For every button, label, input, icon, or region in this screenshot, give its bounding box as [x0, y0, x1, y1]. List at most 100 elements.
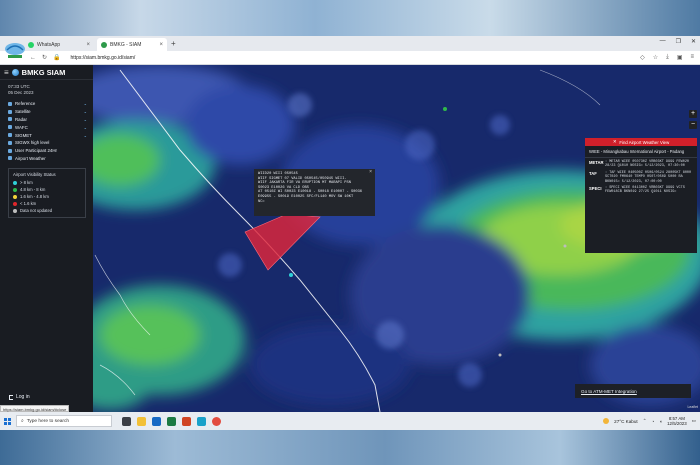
- network-icon[interactable]: ◔: [652, 419, 655, 424]
- airport-marker[interactable]: [563, 244, 567, 248]
- sidebar-item-sigwx[interactable]: SIGWX high level: [0, 139, 93, 147]
- close-icon[interactable]: ×: [159, 42, 163, 48]
- legend-dot: [13, 208, 17, 213]
- tab-bmkg-siam[interactable]: BMKG - SIAM ×: [97, 38, 167, 51]
- sigmet-line: NC=: [258, 199, 265, 204]
- speci-row: SPECI : SPECI WIEE 041300Z VRB03KT 9999 …: [585, 184, 697, 195]
- close-icon[interactable]: ×: [86, 42, 90, 48]
- notification-icon[interactable]: ▭: [692, 418, 696, 424]
- legend-dot: [13, 187, 17, 192]
- star-icon[interactable]: ☆: [653, 54, 658, 61]
- tab-label: BMKG - SIAM: [110, 41, 142, 48]
- close-icon[interactable]: ✕: [613, 139, 617, 145]
- legend-label: > 8 km: [20, 180, 33, 186]
- sidebar-item-label: Airport Weather: [15, 155, 46, 161]
- zoom-in-button[interactable]: +: [689, 110, 697, 118]
- login-icon: [9, 394, 13, 400]
- sidebar-item-radar[interactable]: Radar ⌄: [0, 116, 93, 124]
- menu-icon[interactable]: ≡: [690, 54, 694, 61]
- legend-item: < 1.6 km: [13, 200, 81, 207]
- login-label: Log in: [16, 394, 30, 400]
- monitor-bezel-bottom: [0, 430, 700, 465]
- report-text: : TAF WIEE 040500Z 0506/0524 28005KT 800…: [605, 170, 692, 184]
- maximize-icon[interactable]: ❐: [676, 38, 681, 45]
- taskbar-apps: [122, 416, 221, 426]
- task-view-icon[interactable]: [122, 416, 131, 426]
- lock-icon: 🔒: [53, 55, 61, 61]
- find-airport-button[interactable]: ✕ Find Airport Weather View: [585, 138, 697, 146]
- window-close-icon[interactable]: ✕: [691, 38, 696, 45]
- tab-whatsapp[interactable]: WhatsApp ×: [24, 38, 94, 51]
- chevron-down-icon: ⌄: [83, 124, 87, 130]
- zoom-controls: + −: [689, 110, 697, 129]
- map-attribution: Leaflet: [687, 405, 698, 409]
- sidebar-item-sigmet[interactable]: SIGMET ⌄: [0, 131, 93, 139]
- find-airport-label: Find Airport Weather View: [619, 139, 670, 145]
- zoom-out-button[interactable]: −: [689, 121, 697, 129]
- legend-item: 4.8 km - 8 km: [13, 186, 81, 193]
- airport-marker[interactable]: [289, 273, 293, 277]
- whatsapp-icon: [28, 41, 34, 48]
- tray-clock[interactable]: 8:57 AM 12/5/2023: [667, 416, 687, 427]
- taskbar-search[interactable]: ⌕ Type here to search: [16, 415, 112, 427]
- legend-title: Airport Visibility Status: [13, 172, 56, 178]
- chevron-down-icon: ⌄: [83, 116, 87, 122]
- browser-tab-bar: WhatsApp × BMKG - SIAM × + — ❐ ✕: [0, 36, 700, 51]
- excel-icon[interactable]: [167, 416, 176, 426]
- extensions-icon[interactable]: ▣: [677, 54, 683, 61]
- hamburger-menu-icon[interactable]: ≡: [4, 68, 9, 77]
- download-icon[interactable]: ⤓: [666, 54, 669, 61]
- powerpoint-icon[interactable]: [182, 416, 191, 426]
- chevron-down-icon: ⌄: [83, 109, 87, 115]
- weather-icon: [603, 418, 610, 424]
- url-field[interactable]: https://siam.bmkg.go.id/siam/: [71, 55, 136, 61]
- legend-item: > 8 km: [13, 179, 81, 186]
- sidebar-item-satellite[interactable]: Satellite ⌄: [0, 108, 93, 116]
- airport-weather-panel: ✕ Find Airport Weather View WIEE - Minan…: [585, 138, 697, 253]
- report-type: TAF: [589, 170, 597, 176]
- atm-met-integration-link[interactable]: Go to ATM-MET Integration: [575, 384, 691, 398]
- search-icon: ⌕: [21, 419, 24, 424]
- file-explorer-icon[interactable]: [137, 416, 146, 426]
- legend-label: Data not updated: [20, 208, 53, 214]
- bmkg-brand-icon: [11, 68, 19, 76]
- browser-toolbar: ◇ ☆ ⤓ ▣ ≡: [640, 54, 694, 61]
- report-type: SPECI: [589, 186, 602, 192]
- volume-icon[interactable]: ◖: [659, 419, 662, 424]
- report-text: : METAR WIEE 050730Z VRB03KT 9999 FEW020…: [605, 160, 690, 169]
- minimize-icon[interactable]: —: [660, 38, 666, 45]
- sidebar-item-airport-weather[interactable]: Airport Weather: [0, 155, 93, 163]
- legend-label: 4.8 km - 8 km: [20, 187, 46, 193]
- login-button[interactable]: Log in: [9, 394, 30, 400]
- windows-start-icon[interactable]: [0, 412, 14, 430]
- bmkg-icon: [101, 41, 107, 48]
- sidebar-item-user-participant[interactable]: User Participant 24Hr: [0, 147, 93, 155]
- edge-icon[interactable]: [197, 416, 206, 426]
- airport-marker[interactable]: [498, 353, 502, 357]
- outlook-icon[interactable]: [152, 416, 161, 426]
- legend-item: 1.6 km - 4.8 km: [13, 193, 81, 200]
- sigmet-icon: [8, 133, 12, 138]
- taskbar: ⌕ Type here to search 27°C Kabut ⌃ ◔ ◖ 8…: [0, 412, 700, 430]
- status-bar-link: https://siam.bmkg.go.id/siam/#close: [0, 405, 70, 412]
- sidebar-menu: Reference ⌄ Satellite ⌄ Radar ⌄ WAFC ⌄ SIGME…: [0, 100, 93, 162]
- shield-icon[interactable]: ◇: [640, 54, 645, 61]
- chevron-up-icon[interactable]: ⌃: [643, 418, 647, 424]
- sidebar-item-wafc[interactable]: WAFC ⌄: [0, 123, 93, 131]
- sidebar-item-reference[interactable]: Reference ⌄: [0, 100, 93, 108]
- airport-marker[interactable]: [443, 107, 447, 111]
- close-icon[interactable]: ×: [369, 170, 372, 175]
- layer-icon: [8, 101, 12, 106]
- airport-title: WIEE - Minangkabau International Airport…: [585, 146, 697, 158]
- window-controls: — ❐ ✕: [660, 38, 696, 45]
- refresh-icon[interactable]: ↻: [42, 54, 47, 61]
- clock: 07:33 UTC 05 Dec 2023: [0, 80, 93, 96]
- weather-text[interactable]: 27°C Kabut: [614, 419, 638, 424]
- back-icon[interactable]: ←: [30, 55, 36, 61]
- chrome-icon[interactable]: [212, 416, 221, 426]
- report-text: : SPECI WIEE 041300Z VRB03KT 9999 VCTS F…: [605, 186, 685, 195]
- new-tab-button[interactable]: +: [171, 38, 176, 51]
- legend-dot: [13, 194, 17, 199]
- taf-row: TAF : TAF WIEE 040500Z 0506/0524 28005KT…: [585, 169, 697, 184]
- visibility-legend: Airport Visibility Status > 8 km 4.8 km …: [8, 168, 86, 219]
